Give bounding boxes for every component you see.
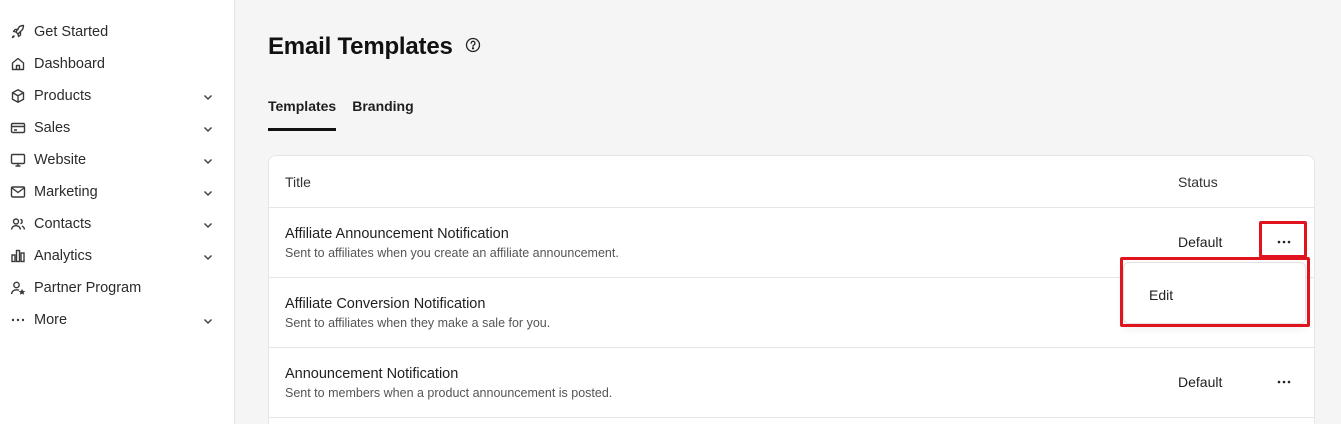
- sidebar-item-products[interactable]: Products: [0, 80, 234, 112]
- chevron-down-icon[interactable]: [202, 314, 214, 326]
- template-status: Default: [1178, 374, 1223, 390]
- template-name: Announcement Notification: [285, 366, 459, 382]
- chevron-down-icon[interactable]: [202, 186, 214, 198]
- sidebar-item-label: Dashboard: [34, 56, 105, 72]
- tab-bar: Templates Branding: [268, 96, 414, 131]
- home-icon: [10, 56, 26, 72]
- rocket-icon: [10, 24, 26, 40]
- sidebar-item-get-started[interactable]: Get Started: [0, 16, 234, 48]
- template-description: Sent to members when a product announcem…: [285, 386, 613, 400]
- partner-icon: [10, 280, 26, 296]
- more-horizontal-icon: [1277, 380, 1291, 384]
- help-circle-icon[interactable]: [465, 37, 481, 53]
- template-description: Sent to affiliates when you create an af…: [285, 246, 619, 260]
- sidebar-item-label: More: [34, 312, 68, 328]
- template-status: Default: [1178, 234, 1223, 250]
- sidebar-item-label: Analytics: [34, 248, 93, 264]
- tab-templates[interactable]: Templates: [268, 96, 337, 131]
- chevron-down-icon[interactable]: [202, 250, 214, 262]
- sidebar-item-marketing[interactable]: Marketing: [0, 176, 234, 208]
- chevron-down-icon[interactable]: [202, 90, 214, 102]
- mail-icon: [10, 184, 26, 200]
- more-horizontal-icon: [10, 312, 26, 328]
- chevron-down-icon[interactable]: [202, 122, 214, 134]
- credit-card-icon: [10, 120, 26, 136]
- sidebar-item-analytics[interactable]: Analytics: [0, 240, 234, 272]
- sidebar-item-dashboard[interactable]: Dashboard: [0, 48, 234, 80]
- row-more-button[interactable]: [1272, 368, 1296, 396]
- main-content: Email Templates Templates Branding Title…: [236, 0, 1341, 424]
- bar-chart-icon: [10, 248, 26, 264]
- template-name: Affiliate Conversion Notification: [285, 296, 486, 312]
- template-description: Sent to affiliates when they make a sale…: [285, 316, 551, 330]
- sidebar-item-more[interactable]: More: [0, 304, 234, 336]
- sidebar-item-partner-program[interactable]: Partner Program: [0, 272, 234, 304]
- highlight-box: [1120, 257, 1310, 327]
- sidebar-item-website[interactable]: Website: [0, 144, 234, 176]
- table-header: Title Status: [269, 156, 1314, 208]
- sidebar-item-sales[interactable]: Sales: [0, 112, 234, 144]
- sidebar-item-contacts[interactable]: Contacts: [0, 208, 234, 240]
- highlight-box: [1259, 221, 1307, 258]
- sidebar-item-label: Marketing: [34, 184, 98, 200]
- sidebar-item-label: Products: [34, 88, 92, 104]
- column-header-title: Title: [285, 174, 311, 190]
- sidebar-item-label: Partner Program: [34, 280, 142, 296]
- sidebar: Get Started Dashboard Products Sales Web…: [0, 0, 235, 424]
- page-title: Email Templates: [268, 33, 453, 60]
- box-icon: [10, 88, 26, 104]
- sidebar-item-label: Contacts: [34, 216, 92, 232]
- sidebar-item-label: Sales: [34, 120, 71, 136]
- sidebar-item-label: Website: [34, 152, 87, 168]
- users-icon: [10, 216, 26, 232]
- chevron-down-icon[interactable]: [202, 154, 214, 166]
- table-row[interactable]: Announcement Notification Sent to member…: [269, 348, 1314, 418]
- monitor-icon: [10, 152, 26, 168]
- tab-branding[interactable]: Branding: [352, 96, 413, 131]
- chevron-down-icon[interactable]: [202, 218, 214, 230]
- column-header-status: Status: [1178, 174, 1218, 190]
- sidebar-item-label: Get Started: [34, 24, 109, 40]
- template-name: Affiliate Announcement Notification: [285, 226, 509, 242]
